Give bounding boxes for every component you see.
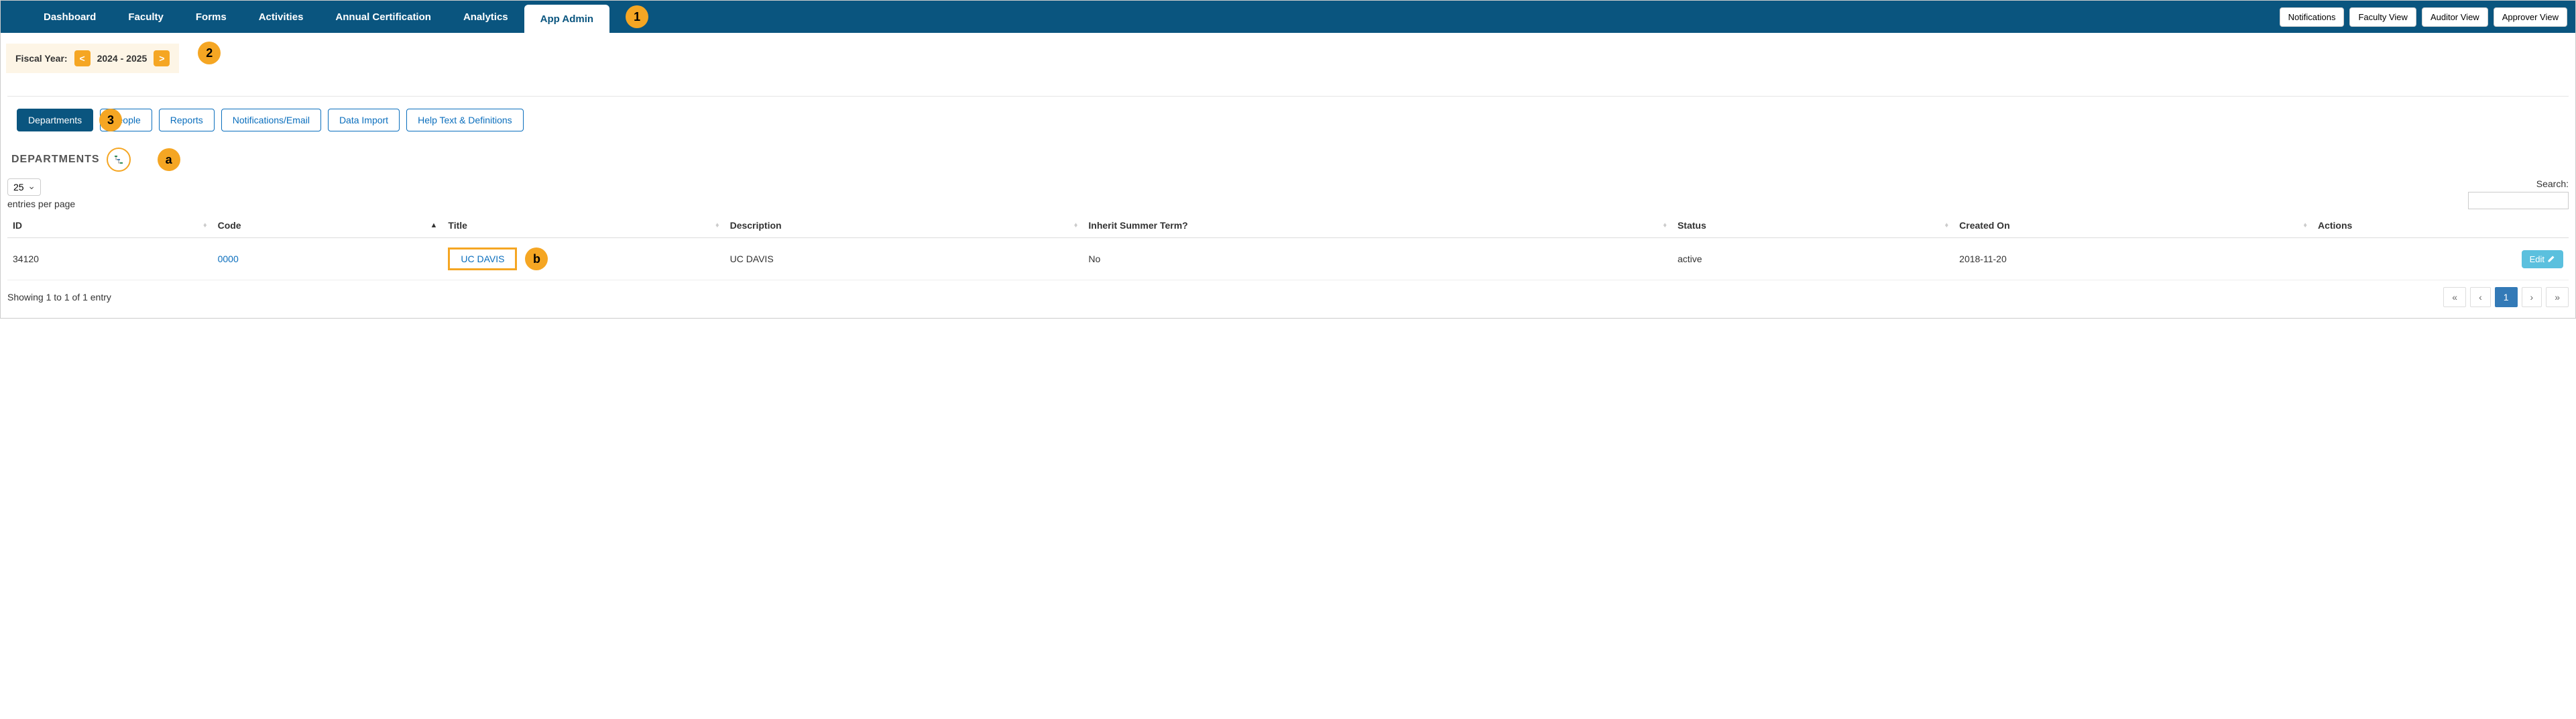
table-info: Showing 1 to 1 of 1 entry [7,292,111,302]
nav-activities[interactable]: Activities [243,1,320,33]
fiscal-year-next-button[interactable]: > [154,50,170,66]
subtab-reports[interactable]: Reports [159,109,215,131]
entries-per-page-label: entries per page [7,199,75,209]
nav-dashboard[interactable]: Dashboard [27,1,112,33]
page-current-button[interactable]: 1 [2495,287,2518,307]
col-description[interactable]: Description♦ [725,213,1084,238]
divider [7,96,2569,97]
sort-icon: ▲ [430,221,438,229]
col-code[interactable]: Code▲ [213,213,443,238]
fiscal-year-bar: Fiscal Year: < 2024 - 2025 > [6,44,179,73]
auditor-view-button[interactable]: Auditor View [2422,7,2488,27]
edit-button[interactable]: Edit [2522,250,2563,268]
cell-created-on: 2018-11-20 [1954,238,2312,280]
section-title: DEPARTMENTS [11,154,100,166]
nav-faculty[interactable]: Faculty [112,1,180,33]
top-nav: Dashboard Faculty Forms Activities Annua… [1,1,2575,33]
fiscal-year-label: Fiscal Year: [15,53,68,64]
sort-icon: ♦ [1945,221,1949,229]
callout-b: b [525,247,548,270]
notifications-button[interactable]: Notifications [2280,7,2345,27]
page-next-button[interactable]: › [2522,287,2542,307]
search-label: Search: [2468,178,2569,189]
sort-icon: ♦ [203,221,207,229]
hierarchy-tree-icon[interactable] [107,148,131,172]
admin-subtabs: Departments 3 People Reports Notificatio… [7,109,2569,131]
top-nav-left: Dashboard Faculty Forms Activities Annua… [27,1,648,33]
callout-1: 1 [626,5,648,28]
nav-annual-certification[interactable]: Annual Certification [319,1,447,33]
cell-description: UC DAVIS [725,238,1084,280]
page-first-button[interactable]: « [2443,287,2466,307]
sort-icon: ♦ [2303,221,2307,229]
section-header: DEPARTMENTS a [11,148,2569,172]
subtab-notifications-email[interactable]: Notifications/Email [221,109,321,131]
callout-2: 2 [198,42,221,64]
departments-table: ID♦ Code▲ Title♦ Description♦ Inherit Su… [7,213,2569,280]
table-row: 34120 0000 UC DAVIS b UC DAVIS No active… [7,238,2569,280]
search-input[interactable] [2468,192,2569,209]
nav-forms[interactable]: Forms [180,1,243,33]
table-controls: 25 entries per page Search: [7,178,2569,209]
subtab-data-import[interactable]: Data Import [328,109,400,131]
subtab-help-text[interactable]: Help Text & Definitions [406,109,524,131]
sort-icon: ♦ [1074,221,1078,229]
cell-inherit: No [1083,238,1672,280]
page-prev-button[interactable]: ‹ [2470,287,2491,307]
cell-status: active [1672,238,1954,280]
faculty-view-button[interactable]: Faculty View [2349,7,2416,27]
col-id[interactable]: ID♦ [7,213,213,238]
nav-app-admin[interactable]: App Admin [524,5,609,33]
pagination: « ‹ 1 › » [2443,287,2569,307]
page-last-button[interactable]: » [2546,287,2569,307]
col-created-on[interactable]: Created On♦ [1954,213,2312,238]
subtab-departments[interactable]: Departments [17,109,93,131]
col-actions: Actions [2312,213,2569,238]
fiscal-year-prev-button[interactable]: < [74,50,91,66]
content-area: Departments 3 People Reports Notificatio… [1,73,2575,318]
sort-icon: ♦ [715,221,719,229]
nav-analytics[interactable]: Analytics [447,1,524,33]
top-nav-right: Notifications Faculty View Auditor View … [2280,1,2567,33]
title-link[interactable]: UC DAVIS [461,254,504,264]
col-title[interactable]: Title♦ [443,213,724,238]
pencil-icon [2547,255,2555,263]
table-footer: Showing 1 to 1 of 1 entry « ‹ 1 › » [7,287,2569,307]
page-size-select[interactable]: 25 [7,178,41,196]
code-link[interactable]: 0000 [218,254,239,264]
col-status[interactable]: Status♦ [1672,213,1954,238]
fiscal-year-value: 2024 - 2025 [97,53,148,64]
callout-a: a [158,148,180,171]
callout-3: 3 [99,109,122,131]
approver-view-button[interactable]: Approver View [2494,7,2567,27]
col-inherit-summer[interactable]: Inherit Summer Term?♦ [1083,213,1672,238]
sort-icon: ♦ [1663,221,1667,229]
table-header-row: ID♦ Code▲ Title♦ Description♦ Inherit Su… [7,213,2569,238]
cell-id: 34120 [7,238,213,280]
